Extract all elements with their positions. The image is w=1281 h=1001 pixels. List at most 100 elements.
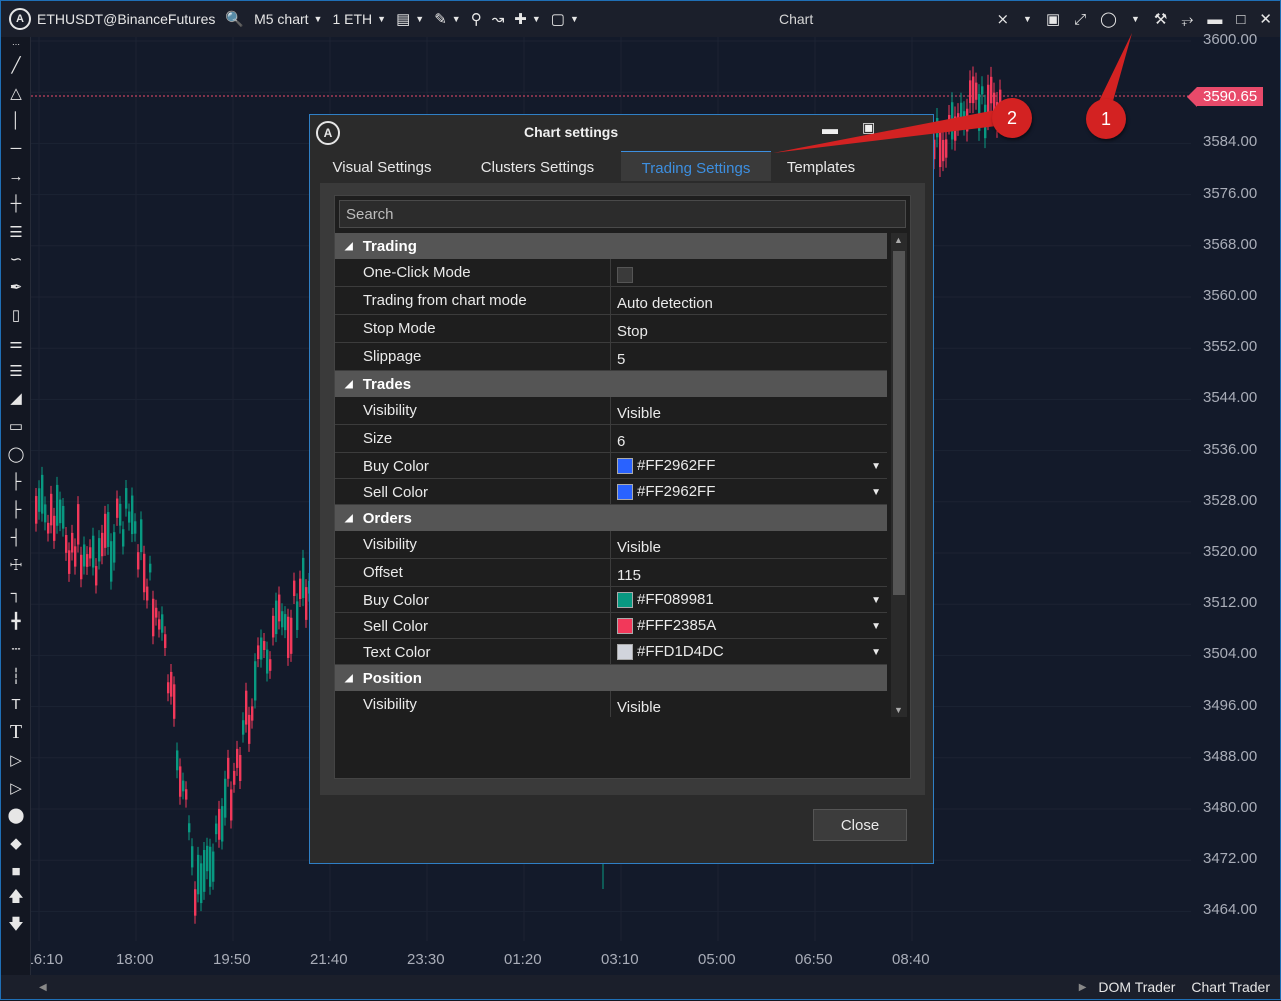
maximize-icon[interactable]: □ (1236, 11, 1245, 28)
table-row[interactable]: Visibility Visible (335, 691, 887, 717)
arrow-down-icon[interactable]: 🡇 (1, 913, 31, 941)
chart-type-dropdown[interactable]: M5 chart ▼ (254, 11, 322, 27)
table-row[interactable]: Buy Color #FF089981 ▼ (335, 587, 887, 613)
scroll-left-icon[interactable]: ◀ (39, 982, 47, 993)
template-icon[interactable]: ▤ ▼ (396, 10, 424, 28)
pitchfork-icon[interactable]: ☩ (1, 551, 31, 579)
color-swatch[interactable] (617, 643, 633, 660)
section-trading[interactable]: ◢ Trading (335, 233, 887, 259)
minimize-icon[interactable]: ▬ (822, 121, 838, 139)
channel-icon[interactable]: ☰ (1, 357, 31, 385)
arrow-icon[interactable]: → (1, 162, 31, 190)
circle-marker-icon[interactable]: ⬤ (1, 802, 31, 830)
tab-visual-settings[interactable]: Visual Settings (310, 151, 454, 181)
price-scale[interactable]: 3590.65 3600.00 3584.00 3576.00 3568.00 3560… (1186, 31, 1280, 941)
table-row[interactable]: Buy Color #FF2962FF ▼ (335, 453, 887, 479)
rectangle-icon[interactable]: ▭ (1, 412, 31, 440)
scroll-down-icon[interactable]: ▼ (894, 705, 903, 715)
property-value[interactable]: Visible (611, 531, 887, 558)
property-value[interactable]: 5 (611, 343, 887, 370)
step-icon[interactable]: ┐ (1, 579, 31, 607)
collapse-icon[interactable]: ◢ (345, 379, 353, 390)
magnet-icon[interactable]: ⨯ (996, 10, 1009, 28)
camera-icon[interactable]: ▣ (1046, 10, 1060, 28)
color-swatch[interactable] (617, 591, 633, 608)
tab-trading-settings[interactable]: Trading Settings (621, 151, 771, 181)
chevron-down-icon[interactable]: ▼ (1131, 14, 1140, 24)
layout-icon[interactable]: ▢ ▼ (551, 10, 579, 28)
table-row[interactable]: Stop Mode Stop (335, 315, 887, 343)
pencil-icon[interactable]: ✎ ▼ (434, 10, 461, 28)
section-orders[interactable]: ◢ Orders (335, 505, 887, 531)
chevron-down-icon[interactable]: ▼ (871, 487, 881, 498)
label-icon[interactable]: ▷ (1, 746, 31, 774)
chevron-down-icon[interactable]: ▼ (871, 621, 881, 632)
chevron-down-icon[interactable]: ▼ (871, 595, 881, 606)
profile-right-icon[interactable]: ├ (1, 496, 31, 524)
vertical-scrollbar[interactable]: ▲ ▼ (891, 233, 907, 717)
indicators-icon[interactable]: ↝ (492, 10, 505, 28)
property-value[interactable]: Visible (611, 397, 887, 424)
table-row[interactable]: Sell Color #FF2962FF ▼ (335, 479, 887, 505)
collapse-icon[interactable]: ◢ (345, 673, 353, 684)
one-click-checkbox[interactable] (617, 267, 633, 283)
line-tool-icon[interactable]: ╱ (1, 51, 31, 79)
table-row[interactable]: Text Color #FFD1D4DC ▼ (335, 639, 887, 665)
triangle-icon[interactable]: ◢ (1, 385, 31, 413)
fullscreen-icon[interactable]: ⤢ (1074, 11, 1086, 28)
collapse-icon[interactable]: ◢ (345, 513, 353, 524)
brush-icon[interactable]: ✒ (1, 273, 31, 301)
table-row[interactable]: Visibility Visible (335, 397, 887, 425)
chart-trader-tab[interactable]: Chart Trader (1191, 979, 1270, 995)
profile-left-icon[interactable]: ├ (1, 468, 31, 496)
diamond-marker-icon[interactable]: ◆ (1, 829, 31, 857)
property-value[interactable]: Visible (611, 691, 887, 717)
table-row[interactable]: Offset 115 (335, 559, 887, 587)
text-lock-icon[interactable]: T (1, 690, 31, 718)
time-scale[interactable]: 16:10 18:00 19:50 21:40 23:30 01:20 03:10 05:00… (31, 941, 1191, 975)
crosshair-icon[interactable]: ✚ ▼ (514, 10, 541, 28)
levels-icon[interactable]: ┤ (1, 524, 31, 552)
minimize-icon[interactable]: ▬ (1207, 11, 1222, 28)
property-value[interactable]: Stop (611, 315, 887, 342)
search-icon[interactable]: 🔍 (225, 10, 244, 28)
arrow-up-icon[interactable]: 🡅 (1, 885, 31, 913)
dotted-vertical-icon[interactable]: ┆ (1, 663, 31, 691)
collapse-icon[interactable]: ◢ (345, 241, 353, 252)
symbol-selector[interactable]: ETHUSDT@BinanceFutures (37, 11, 215, 27)
scroll-right-icon[interactable]: ▶ (1079, 982, 1087, 993)
dom-trader-tab[interactable]: DOM Trader (1098, 979, 1175, 995)
horizontal-line-icon[interactable]: ─ (1, 134, 31, 162)
search-input[interactable]: Search (339, 200, 906, 228)
color-swatch[interactable] (617, 483, 633, 500)
bars-icon[interactable]: ╋ (1, 607, 31, 635)
ruler-icon[interactable]: ⚌ (1, 329, 31, 357)
ellipse-icon[interactable]: ◯ (1, 440, 31, 468)
circle-icon[interactable]: ◯ (1100, 10, 1117, 28)
scrollbar-thumb[interactable] (893, 251, 905, 595)
section-trades[interactable]: ◢ Trades (335, 371, 887, 397)
square-marker-icon[interactable]: ■ (1, 857, 31, 885)
fibonacci-icon[interactable]: ☰ (1, 218, 31, 246)
table-row[interactable]: One-Click Mode (335, 259, 887, 287)
section-position[interactable]: ◢ Position (335, 665, 887, 691)
tab-clusters-settings[interactable]: Clusters Settings (454, 151, 621, 181)
close-button[interactable]: Close (813, 809, 907, 841)
curve-icon[interactable]: ∽ (1, 246, 31, 274)
tab-templates[interactable]: Templates (771, 151, 871, 181)
text-icon[interactable]: T (1, 718, 31, 746)
chevron-down-icon[interactable]: ▼ (871, 461, 881, 472)
color-swatch[interactable] (617, 617, 633, 634)
price-label-icon[interactable]: ▷ (1, 774, 31, 802)
dialog-title-bar[interactable]: A Chart settings ▬ ▣ (310, 115, 933, 151)
ray-tool-icon[interactable]: △ (1, 79, 31, 107)
property-value[interactable]: Auto detection (611, 287, 887, 314)
vertical-line-icon[interactable]: │ (1, 107, 31, 135)
cross-line-icon[interactable]: ┼ (1, 190, 31, 218)
volume-dropdown[interactable]: 1 ETH ▼ (332, 11, 386, 27)
chevron-down-icon[interactable]: ▼ (1023, 14, 1032, 24)
pin-icon[interactable]: ⥅ (1181, 11, 1193, 28)
property-value[interactable]: 6 (611, 425, 887, 452)
chevron-down-icon[interactable]: ▼ (871, 647, 881, 658)
close-icon[interactable]: ✕ (1259, 10, 1272, 28)
